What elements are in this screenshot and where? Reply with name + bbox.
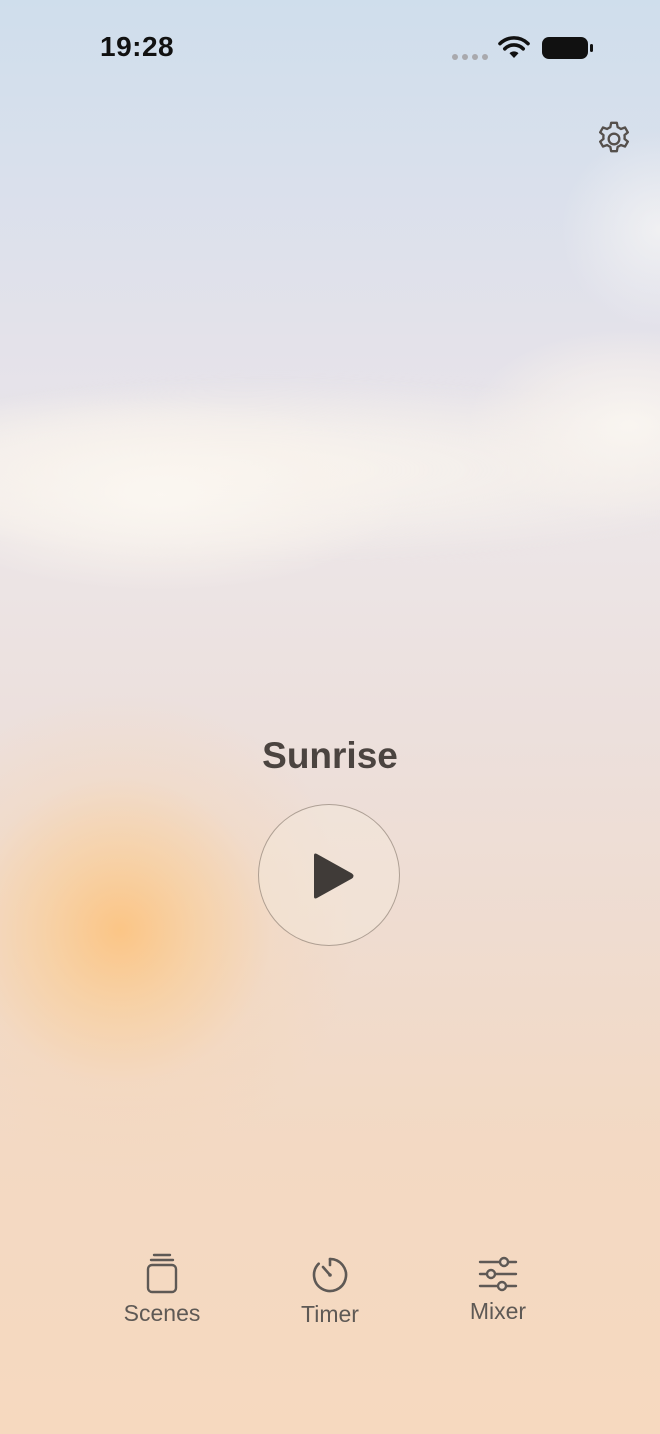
settings-button[interactable] (592, 117, 636, 161)
scenes-icon (146, 1253, 178, 1294)
status-time: 19:28 (100, 31, 175, 62)
cellular-signal-icon (452, 54, 488, 60)
battery-icon (542, 37, 593, 59)
wifi-icon (498, 36, 530, 58)
mixer-icon (478, 1256, 518, 1292)
tab-timer-label: Timer (301, 1301, 359, 1327)
tab-mixer[interactable]: Mixer (428, 1256, 568, 1325)
tab-mixer-label: Mixer (469, 1298, 527, 1324)
tab-scenes[interactable]: Scenes (92, 1252, 232, 1327)
gear-icon (599, 121, 629, 153)
scene-title: Sunrise (262, 735, 398, 776)
tab-timer[interactable]: Timer (260, 1255, 400, 1328)
tab-scenes-label: Scenes (123, 1300, 201, 1326)
play-icon (314, 853, 354, 899)
background-gradient (0, 0, 660, 1434)
status-bar: 19:28 (0, 0, 660, 96)
timer-icon (312, 1257, 348, 1293)
